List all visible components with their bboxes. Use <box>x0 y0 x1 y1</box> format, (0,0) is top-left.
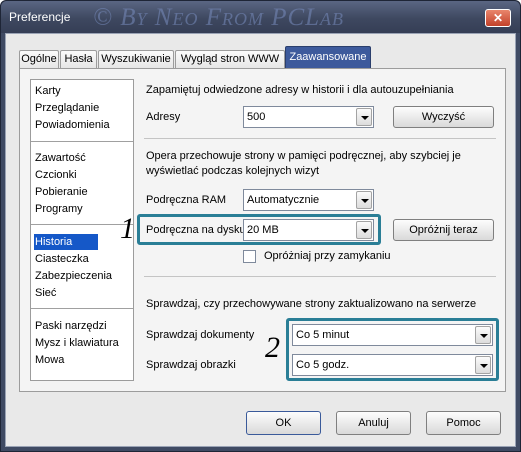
dialog-body: Ogólne Hasła Wyszukiwanie Wygląd stron W… <box>5 33 516 447</box>
sidebar-item-content[interactable]: Zawartość <box>34 150 87 166</box>
sidebar-item-voice[interactable]: Mowa <box>34 352 65 368</box>
title-bar[interactable]: Preferencje © By Neo From PCLab ✕ <box>1 1 520 33</box>
empty-on-exit-label: Opróżniaj przy zamykaniu <box>264 250 391 262</box>
sidebar-item-cookies[interactable]: Ciasteczka <box>34 251 90 267</box>
remember-history-text: Zapamiętuj odwiedzone adresy w historii … <box>146 84 454 96</box>
ram-cache-value: Automatycznie <box>247 194 320 206</box>
sidebar-item-tabs[interactable]: Karty <box>34 83 62 99</box>
highlight-box-2 <box>286 318 499 381</box>
tab-passwords[interactable]: Hasła <box>60 50 97 68</box>
addresses-label: Adresy <box>146 111 181 123</box>
check-documents-label: Sprawdzaj dokumenty <box>146 329 255 341</box>
help-button[interactable]: Pomoc <box>426 411 501 435</box>
empty-on-exit-checkbox[interactable] <box>243 250 256 263</box>
sidebar-item-downloads[interactable]: Pobieranie <box>34 184 89 200</box>
sidebar-item-history[interactable]: Historia <box>34 234 98 250</box>
section-divider <box>144 276 496 277</box>
category-list: Karty Przeglądanie Powiadomienia Zawarto… <box>30 79 134 381</box>
empty-cache-now-button[interactable]: Opróżnij teraz <box>393 219 494 241</box>
chevron-down-icon[interactable] <box>356 108 372 126</box>
advanced-panel: Karty Przeglądanie Powiadomienia Zawarto… <box>19 68 506 392</box>
check-updates-info: Sprawdzaj, czy przechowywane strony zakt… <box>146 298 477 310</box>
sidebar-divider <box>31 224 133 225</box>
cancel-button[interactable]: Anuluj <box>336 411 411 435</box>
tab-general[interactable]: Ogólne <box>19 50 59 68</box>
tab-search[interactable]: Wyszukiwanie <box>98 50 174 68</box>
annotation-marker-2: 2 <box>265 331 280 364</box>
sidebar-divider <box>31 308 133 309</box>
highlight-box-1 <box>137 214 381 245</box>
sidebar-item-programs[interactable]: Programy <box>34 201 84 217</box>
sidebar-divider <box>31 141 133 142</box>
close-button[interactable]: ✕ <box>485 9 511 27</box>
sidebar-item-fonts[interactable]: Czcionki <box>34 167 78 183</box>
sidebar-item-toolbars[interactable]: Paski narzędzi <box>34 318 108 334</box>
ok-button[interactable]: OK <box>246 411 321 435</box>
addresses-select[interactable]: 500 <box>243 106 374 128</box>
section-divider <box>144 138 496 139</box>
cache-info-line1: Opera przechowuje strony w pamięci podrę… <box>146 150 461 162</box>
tab-webpages[interactable]: Wygląd stron WWW <box>175 50 285 68</box>
sidebar-item-notifications[interactable]: Powiadomienia <box>34 117 111 133</box>
clear-history-button[interactable]: Wyczyść <box>393 106 494 128</box>
ram-cache-select[interactable]: Automatycznie <box>243 189 374 211</box>
chevron-down-icon[interactable] <box>356 191 372 209</box>
sidebar-item-security[interactable]: Zabezpieczenia <box>34 268 113 284</box>
ram-cache-label: Podręczna RAM <box>146 194 227 206</box>
preferences-window: Preferencje © By Neo From PCLab ✕ Ogólne… <box>0 0 521 452</box>
sidebar-item-browsing[interactable]: Przeglądanie <box>34 100 100 116</box>
tab-advanced[interactable]: Zaawansowane <box>285 46 371 68</box>
window-title: Preferencje <box>9 10 71 24</box>
cache-info-line2: wyświetlać podczas kolejnych wizyt <box>146 165 320 177</box>
annotation-marker-1: 1 <box>120 212 135 245</box>
watermark: © By Neo From PCLab <box>93 4 345 31</box>
check-images-label: Sprawdzaj obrazki <box>146 359 236 371</box>
addresses-value: 500 <box>247 111 266 123</box>
sidebar-item-network[interactable]: Sieć <box>34 285 57 301</box>
sidebar-item-mouse-keyboard[interactable]: Mysz i klawiatura <box>34 335 120 351</box>
